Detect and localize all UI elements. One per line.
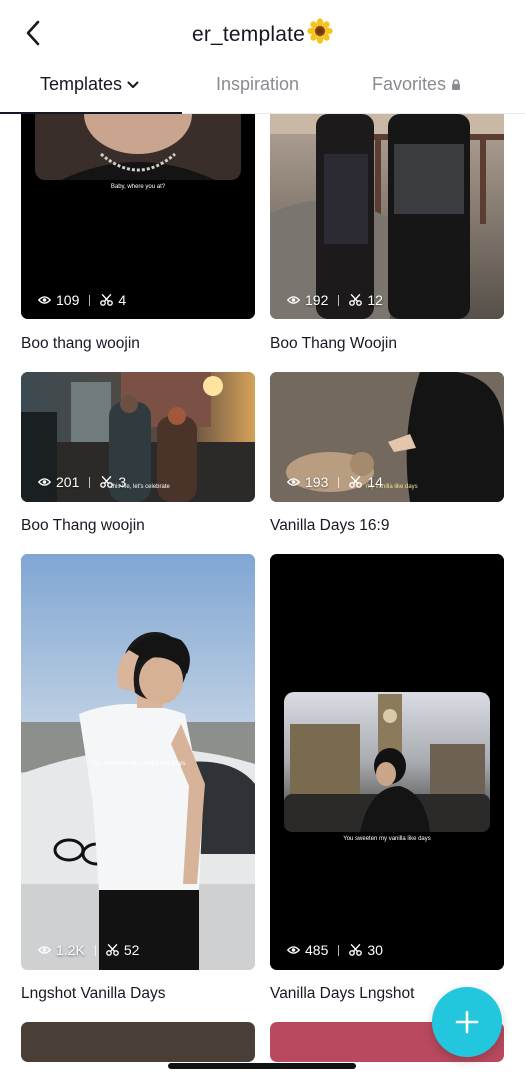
eye-icon xyxy=(38,296,51,304)
scissors-icon xyxy=(349,476,363,488)
stats-divider xyxy=(338,476,340,488)
template-stats: 192 12 xyxy=(287,292,383,308)
tab-inspiration[interactable]: Inspiration xyxy=(216,74,299,95)
template-stats: 193 14 xyxy=(287,474,383,490)
video-caption: You sweeten my vanilla like days xyxy=(343,836,431,842)
stats-divider xyxy=(94,944,96,956)
sunflower-icon xyxy=(307,18,333,50)
tab-templates-label: Templates xyxy=(40,74,123,94)
use-count: 52 xyxy=(123,942,140,958)
template-thumbnail xyxy=(21,1022,255,1062)
template-title: Vanilla Days 16:9 xyxy=(270,517,390,534)
stats-divider xyxy=(89,476,91,488)
scissors-icon xyxy=(100,476,114,488)
use-count: 3 xyxy=(118,474,127,490)
view-count: 193 xyxy=(305,474,329,490)
template-title: Boo Thang Woojin xyxy=(270,335,397,352)
stats-divider xyxy=(89,294,91,306)
template-stats: 485 30 xyxy=(287,942,383,958)
video-caption: You sweeten my vanilla like days xyxy=(90,760,186,767)
eye-icon xyxy=(38,946,51,954)
chevron-down-icon xyxy=(127,81,139,88)
tab-bar: Templates Inspiration Favorites xyxy=(0,62,525,114)
use-count: 14 xyxy=(367,474,383,490)
view-count: 201 xyxy=(56,474,80,490)
view-count: 485 xyxy=(305,942,329,958)
template-title: Boo Thang woojin xyxy=(21,517,145,534)
home-indicator[interactable] xyxy=(168,1063,356,1069)
template-thumbnail: You sweeten my vanilla like days xyxy=(270,554,504,970)
stats-divider xyxy=(338,944,340,956)
template-stats: 109 4 xyxy=(38,292,126,308)
template-grid: Baby, where you at? 109 4 Boo thang wooj… xyxy=(0,114,525,1080)
eye-icon xyxy=(287,296,300,304)
tab-favorites-label: Favorites xyxy=(372,74,447,94)
template-thumbnail: Baby, where you at? xyxy=(21,114,255,319)
template-thumbnail: You sweeten my vanilla like days xyxy=(21,554,255,970)
use-count: 30 xyxy=(367,942,383,958)
template-title: Boo thang woojin xyxy=(21,335,140,352)
view-count: 1.2K xyxy=(56,942,85,958)
eye-icon xyxy=(287,478,300,486)
template-stats: 201 3 xyxy=(38,474,126,490)
view-count: 192 xyxy=(305,292,329,308)
video-caption: Baby, where you at? xyxy=(110,184,166,190)
eye-icon xyxy=(38,478,51,486)
tab-inspiration-label: Inspiration xyxy=(216,74,300,94)
template-thumbnail xyxy=(270,114,504,319)
eye-icon xyxy=(287,946,300,954)
plus-icon xyxy=(455,1010,479,1034)
create-button[interactable] xyxy=(432,987,502,1057)
use-count: 12 xyxy=(367,292,383,308)
stats-divider xyxy=(338,294,340,306)
thumbnail-image xyxy=(270,114,504,319)
scissors-icon xyxy=(100,294,114,306)
tab-favorites[interactable]: Favorites xyxy=(372,74,461,95)
page-title: er_template xyxy=(0,18,525,50)
thumbnail-image xyxy=(21,114,255,319)
scissors-icon xyxy=(349,944,363,956)
top-bar: er_template xyxy=(0,0,525,62)
thumbnail-image xyxy=(270,554,504,970)
scissors-icon xyxy=(105,944,119,956)
active-tab-indicator xyxy=(0,112,182,114)
scissors-icon xyxy=(349,294,363,306)
lock-icon xyxy=(452,78,461,90)
template-stats: 1.2K 52 xyxy=(38,942,139,958)
template-title: Lngshot Vanilla Days xyxy=(21,985,166,1002)
view-count: 109 xyxy=(56,292,80,308)
template-title: Vanilla Days Lngshot xyxy=(270,985,415,1002)
page-title-text: er_template xyxy=(191,23,306,46)
use-count: 4 xyxy=(118,292,127,308)
tab-templates[interactable]: Templates xyxy=(40,74,139,95)
